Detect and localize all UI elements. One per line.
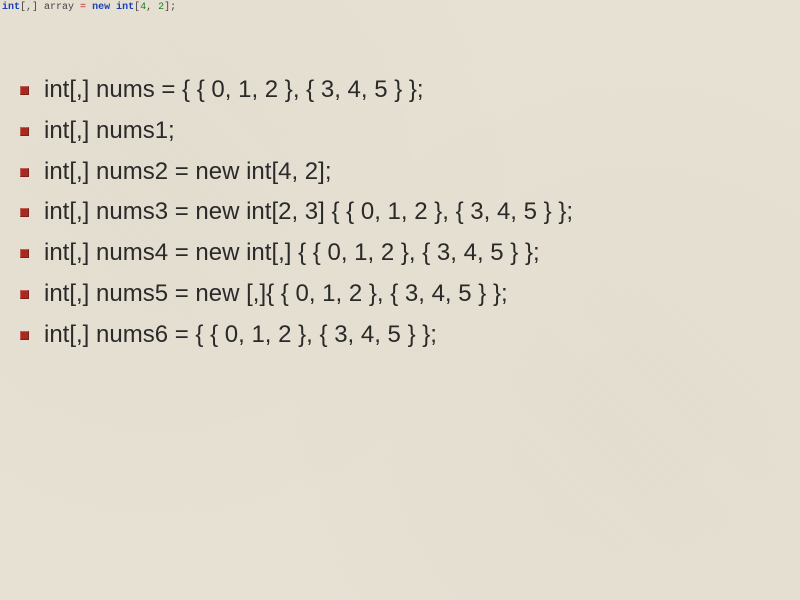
- list-item: int[,] nums = { { 0, 1, 2 }, { 3, 4, 5 }…: [38, 70, 780, 111]
- header-code-snippet: int[,] array = new int[4, 2];: [2, 2, 176, 14]
- list-item: int[,] nums2 = new int[4, 2];: [38, 152, 780, 193]
- header-comma: ,: [146, 2, 158, 13]
- header-new: new: [92, 2, 116, 13]
- code-list: int[,] nums = { { 0, 1, 2 }, { 3, 4, 5 }…: [38, 70, 780, 356]
- list-item: int[,] nums1;: [38, 111, 780, 152]
- list-item: int[,] nums6 = { { 0, 1, 2 }, { 3, 4, 5 …: [38, 315, 780, 356]
- header-dims-close: ];: [164, 2, 176, 13]
- slide-content: int[,] nums = { { 0, 1, 2 }, { 3, 4, 5 }…: [0, 70, 800, 356]
- list-item: int[,] nums5 = new [,]{ { 0, 1, 2 }, { 3…: [38, 274, 780, 315]
- list-item: int[,] nums3 = new int[2, 3] { { 0, 1, 2…: [38, 192, 780, 233]
- header-type: int: [2, 2, 20, 13]
- header-var: array: [44, 2, 80, 13]
- header-bracket: [,]: [20, 2, 44, 13]
- header-type2: int: [116, 2, 134, 13]
- header-eq: =: [80, 2, 92, 13]
- list-item: int[,] nums4 = new int[,] { { 0, 1, 2 },…: [38, 233, 780, 274]
